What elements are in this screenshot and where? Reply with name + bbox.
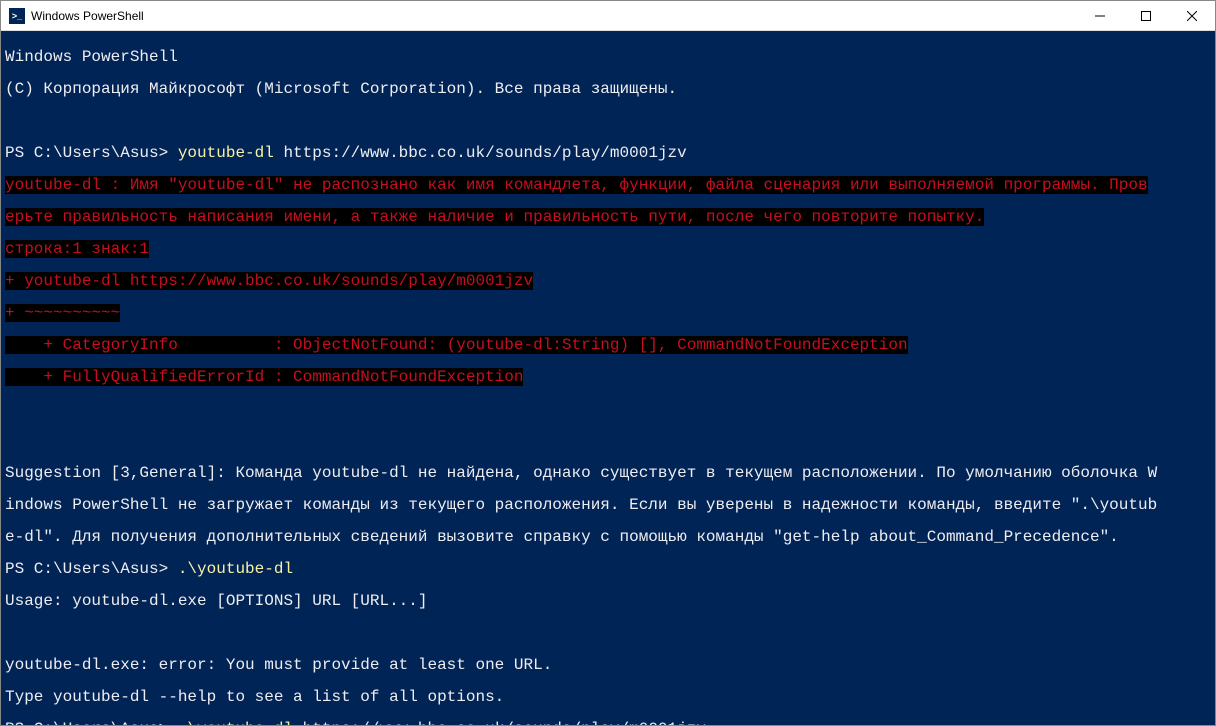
- maximize-button[interactable]: [1123, 1, 1169, 30]
- error-line: Type youtube-dl --help to see a list of …: [5, 689, 1211, 705]
- titlebar-left: >_ Windows PowerShell: [1, 8, 144, 24]
- error-line: + CategoryInfo : ObjectNotFound: (youtub…: [5, 337, 1211, 353]
- window-controls: [1077, 1, 1215, 30]
- suggestion-line: Suggestion [3,General]: Команда youtube-…: [5, 465, 1211, 481]
- terminal-line: (C) Корпорация Майкрософт (Microsoft Cor…: [5, 81, 1211, 97]
- terminal-blank: [5, 401, 1211, 417]
- error-line: + youtube-dl https://www.bbc.co.uk/sound…: [5, 273, 1211, 289]
- terminal-prompt-line: PS C:\Users\Asus> .\youtube-dl: [5, 561, 1211, 577]
- titlebar[interactable]: >_ Windows PowerShell: [1, 1, 1215, 31]
- terminal-area[interactable]: Windows PowerShell (C) Корпорация Майкро…: [1, 31, 1215, 725]
- command: .\youtube-dl: [178, 720, 303, 725]
- terminal-blank: [5, 113, 1211, 129]
- powershell-window: >_ Windows PowerShell Windows PowerShell…: [0, 0, 1216, 726]
- suggestion-line: indows PowerShell не загружает команды и…: [5, 497, 1211, 513]
- error-line: строка:1 знак:1: [5, 241, 1211, 257]
- ps-prompt: PS C:\Users\Asus>: [5, 560, 178, 578]
- suggestion-line: e-dl". Для получения дополнительных свед…: [5, 529, 1211, 545]
- terminal-line: Windows PowerShell: [5, 49, 1211, 65]
- close-button[interactable]: [1169, 1, 1215, 30]
- error-line: + ~~~~~~~~~~: [5, 305, 1211, 321]
- error-line: + FullyQualifiedErrorId : CommandNotFoun…: [5, 369, 1211, 385]
- command: .\youtube-dl: [178, 560, 293, 578]
- error-line: ерьте правильность написания имени, а та…: [5, 209, 1211, 225]
- window-title: Windows PowerShell: [31, 9, 144, 23]
- powershell-icon: >_: [9, 8, 25, 24]
- command-arg: https://www.bbc.co.uk/sounds/play/m0001j…: [303, 720, 706, 725]
- error-line: youtube-dl : Имя "youtube-dl" не распозн…: [5, 177, 1211, 193]
- terminal-prompt-line: PS C:\Users\Asus> .\youtube-dl https://w…: [5, 721, 1211, 725]
- ps-prompt: PS C:\Users\Asus>: [5, 720, 178, 725]
- terminal-prompt-line: PS C:\Users\Asus> youtube-dl https://www…: [5, 145, 1211, 161]
- command-arg: https://www.bbc.co.uk/sounds/play/m0001j…: [283, 144, 686, 162]
- command: youtube-dl: [178, 144, 284, 162]
- terminal-blank: [5, 625, 1211, 641]
- minimize-button[interactable]: [1077, 1, 1123, 30]
- error-line: youtube-dl.exe: error: You must provide …: [5, 657, 1211, 673]
- usage-line: Usage: youtube-dl.exe [OPTIONS] URL [URL…: [5, 593, 1211, 609]
- terminal-blank: [5, 433, 1211, 449]
- ps-prompt: PS C:\Users\Asus>: [5, 144, 178, 162]
